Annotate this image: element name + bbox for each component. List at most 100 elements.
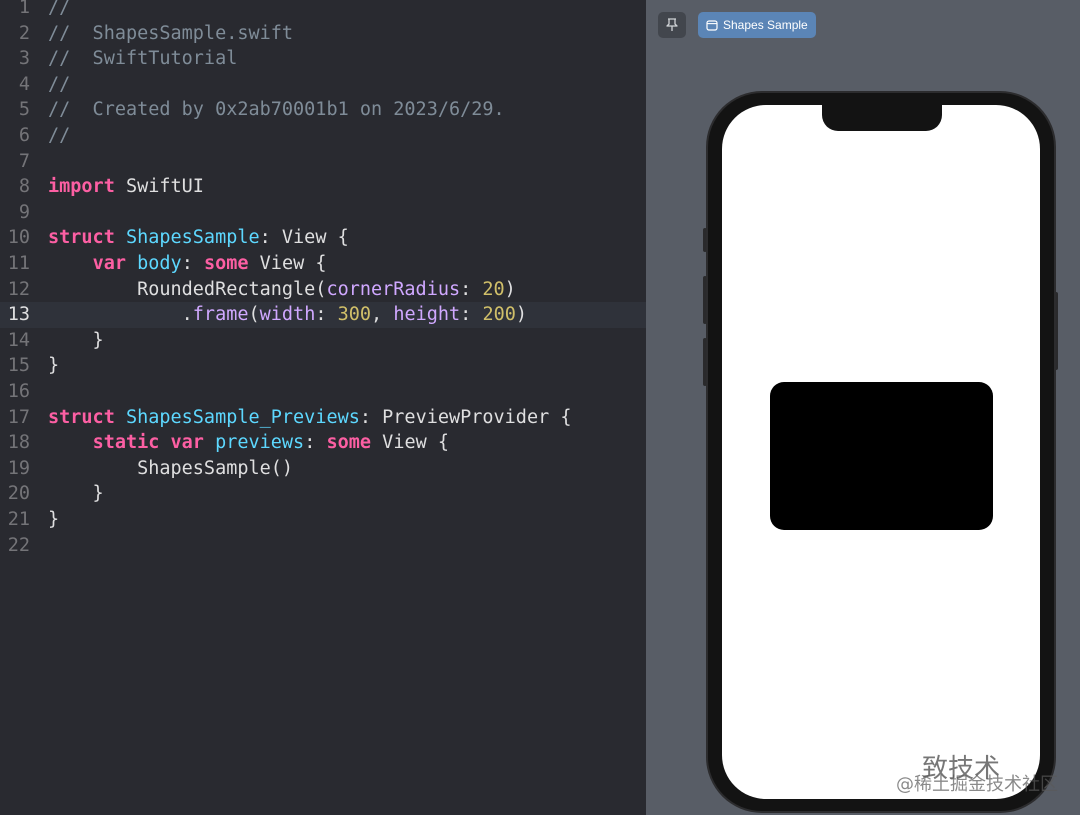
code-line[interactable]: 10 struct ShapesSample: View {: [0, 225, 646, 251]
code-token: some: [326, 432, 372, 454]
code-token: :: [460, 278, 483, 300]
line-number: 4: [18, 73, 30, 95]
code-line[interactable]: 12 RoundedRectangle(cornerRadius: 20): [0, 277, 646, 303]
line-number: 9: [18, 201, 30, 223]
code-line[interactable]: 7: [0, 149, 646, 175]
code-text: //: [48, 72, 70, 98]
line-number: 14: [7, 329, 30, 351]
code-editor[interactable]: 1 // 2 // ShapesSample.swift 3 // SwiftTutori…: [0, 0, 646, 815]
code-line[interactable]: 22: [0, 533, 646, 559]
code-token: //: [48, 0, 71, 18]
code-line[interactable]: 16: [0, 379, 646, 405]
code-line[interactable]: 20 }: [0, 481, 646, 507]
code-token: .: [48, 304, 193, 326]
code-text: }: [48, 481, 104, 507]
code-text: import SwiftUI: [48, 174, 204, 200]
rounded-rectangle-preview[interactable]: [770, 382, 993, 530]
code-text: static var previews: some View {: [48, 430, 449, 456]
line-number: 17: [7, 406, 30, 428]
action-button: [703, 228, 707, 252]
line-number: 5: [18, 99, 30, 121]
code-token: body: [137, 253, 182, 274]
code-text: // SwiftTutorial: [48, 46, 237, 72]
code-token: :: [460, 304, 483, 326]
code-token: ): [515, 304, 527, 326]
code-token: : PreviewProvider {: [359, 406, 572, 428]
line-number: 6: [18, 125, 30, 146]
code-line[interactable]: 14 }: [0, 328, 646, 354]
code-token: // SwiftTutorial: [48, 48, 238, 70]
code-line[interactable]: 8 import SwiftUI: [0, 174, 646, 200]
code-token: import: [48, 176, 115, 198]
code-line[interactable]: 13 .frame(width: 300, height: 200): [0, 302, 646, 328]
line-number: 16: [7, 381, 30, 402]
code-line[interactable]: 11 var body: some View {: [0, 251, 646, 277]
code-token: var: [92, 253, 126, 274]
code-token: :: [181, 253, 204, 274]
code-text: //: [48, 123, 70, 149]
code-token: ShapesSample_Previews: [125, 406, 360, 428]
code-line[interactable]: 21}: [0, 507, 646, 533]
line-number: 3: [18, 48, 30, 70]
code-token: previews: [215, 432, 305, 454]
code-line[interactable]: 18 static var previews: some View {: [0, 430, 646, 456]
volume-up-button: [703, 276, 707, 324]
code-text: // ShapesSample.swift: [48, 21, 293, 47]
line-number: 1: [18, 0, 30, 18]
code-line[interactable]: 1 //: [0, 0, 646, 21]
line-number: 21: [7, 509, 30, 530]
line-number: 15: [7, 355, 30, 377]
code-line[interactable]: 5 // Created by 0x2ab70001b1 on 2023/6/29…: [0, 97, 646, 123]
line-number: 19: [7, 457, 30, 479]
pin-preview-button[interactable]: [658, 12, 686, 38]
code-token: height: [393, 304, 461, 326]
code-token: }: [48, 483, 104, 505]
line-number: 11: [7, 253, 30, 274]
code-token: View {: [371, 432, 450, 454]
line-number: 13: [7, 304, 30, 326]
code-line[interactable]: 9: [0, 200, 646, 226]
code-token: // ShapesSample.swift: [48, 22, 294, 44]
line-number: 7: [18, 150, 30, 172]
volume-down-button: [703, 338, 707, 386]
device-screen: [722, 105, 1040, 799]
code-text: ShapesSample(): [48, 456, 293, 482]
pin-icon: [666, 18, 678, 31]
code-token: struct: [48, 406, 115, 428]
code-line[interactable]: 4 //: [0, 72, 646, 98]
code-token: :: [315, 304, 338, 326]
code-token: //: [48, 73, 71, 95]
code-line[interactable]: 19 ShapesSample(): [0, 456, 646, 482]
code-text: .frame(width: 300, height: 200): [48, 302, 527, 328]
code-token: RoundedRectangle(: [48, 278, 327, 300]
code-token: }: [48, 509, 60, 530]
code-text: }: [48, 507, 59, 533]
code-text: }: [48, 328, 104, 354]
line-number: 12: [7, 278, 30, 300]
code-token: // Created by 0x2ab70001b1 on 2023/6/29.: [48, 99, 505, 121]
watermark-text: @稀土掘金技术社区: [896, 774, 1058, 795]
code-token: :: [304, 432, 327, 454]
code-token: SwiftUI: [114, 176, 204, 198]
code-line[interactable]: 6 //: [0, 123, 646, 149]
code-token: frame: [192, 304, 249, 326]
code-token: 200: [482, 304, 516, 326]
code-token: }: [48, 329, 104, 351]
code-line[interactable]: 17 struct ShapesSample_Previews: PreviewP…: [0, 405, 646, 431]
line-number: 2: [18, 22, 30, 44]
preview-tab-shapes-sample[interactable]: Shapes Sample: [698, 12, 816, 38]
code-token: ShapesSample: [125, 227, 260, 249]
code-token: ): [504, 278, 516, 300]
code-line[interactable]: 2 // ShapesSample.swift: [0, 21, 646, 47]
code-text: var body: some View {: [48, 251, 327, 277]
line-number: 8: [18, 176, 30, 198]
code-line[interactable]: 15}: [0, 353, 646, 379]
code-token: //: [48, 125, 71, 146]
code-line[interactable]: 3 // SwiftTutorial: [0, 46, 646, 72]
code-token: (: [248, 304, 260, 326]
code-token: View {: [248, 253, 327, 274]
